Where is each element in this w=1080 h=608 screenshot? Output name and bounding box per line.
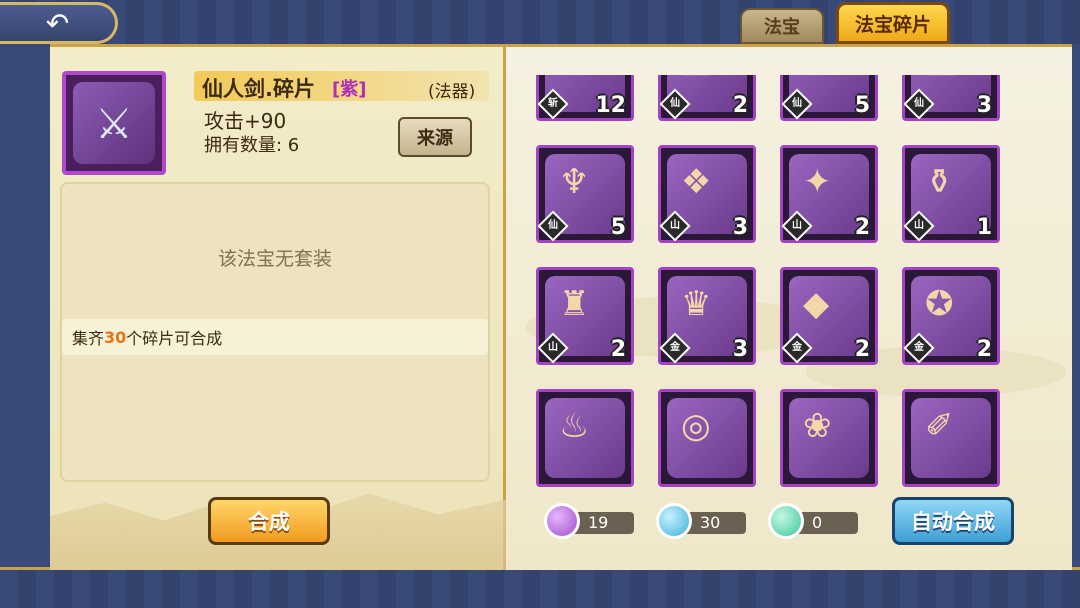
collect-suffix: 个碎片可合成: [126, 329, 223, 348]
green-essence-icon: [768, 503, 804, 539]
fragment-type-label: 金: [670, 342, 680, 353]
brush-icon: ✐: [925, 406, 954, 446]
fragment-slot[interactable]: ✎ 仙 5: [780, 75, 878, 121]
robe-icon: ♆: [559, 162, 590, 202]
owned-count: 拥有数量: 6: [204, 135, 300, 156]
source-button-label: 来源: [417, 128, 453, 149]
fragment-count: 3: [732, 337, 748, 362]
fragment-count: 2: [854, 215, 870, 240]
ribbon-icon: ❀: [803, 406, 832, 446]
fragment-slot[interactable]: ❖ 山 3: [658, 145, 756, 243]
collect-requirement: 集齐 30 个碎片可合成: [62, 319, 488, 355]
right-frame: [1072, 44, 1080, 570]
fragment-type-label: 山: [670, 220, 680, 231]
set-info-box: 该法宝无套装 集齐 30 个碎片可合成: [60, 182, 490, 482]
box-icon: ▤: [925, 75, 957, 80]
blue-essence-icon: [656, 503, 692, 539]
fragment-type-label: 仙: [670, 98, 680, 109]
fragment-detail-panel: ⚔ 仙人剑.碎片 [紫] (法器) 攻击+90 拥有数量: 6 来源 该法宝无套…: [50, 47, 506, 570]
left-frame: [0, 44, 50, 570]
fragment-slot[interactable]: ✦ 山 2: [780, 145, 878, 243]
fragment-slot[interactable]: ▣ 仙 2: [658, 75, 756, 121]
source-button[interactable]: 来源: [398, 117, 472, 157]
quality-tag: [紫]: [332, 79, 367, 100]
gourd-icon: ⚱: [925, 162, 954, 202]
fragment-type-label: 仙: [792, 98, 802, 109]
attack-stat: 攻击+90: [204, 109, 287, 133]
fragment-slot[interactable]: ✐: [902, 389, 1000, 487]
fragment-type-label: 山: [792, 220, 802, 231]
fragment-type-label: 斩: [548, 98, 558, 109]
fragment-count: 2: [854, 337, 870, 362]
lantern-icon: ♨: [559, 406, 590, 446]
sword-icon: ⚔: [73, 82, 155, 164]
fan-icon: ✦: [803, 162, 832, 202]
fragment-count: 2: [976, 337, 992, 362]
fragment-slot[interactable]: ⚱ 山 1: [902, 145, 1000, 243]
ring-icon: ◎: [681, 406, 711, 446]
fragment-slot[interactable]: ✪ 金 2: [902, 267, 1000, 365]
pendant-icon: ◆: [803, 284, 830, 324]
fragment-slot[interactable]: ♛ 金 3: [658, 267, 756, 365]
selected-fragment-icon: ⚔: [62, 71, 166, 175]
fragment-type-label: 山: [548, 342, 558, 353]
mirror-icon: ▣: [681, 75, 713, 80]
fragment-grid[interactable]: ☠ 斩 12 ▣ 仙 2 ✎ 仙 5 ▤ 仙 3 ♆ 仙 5 ❖ 山 3 ✦ 山 2 ⚱ 山 1 ♜ 山 2 ♛ 金 3 ◆ 金 2 ✪ 金 2 ♨ ◎ ❀…: [536, 75, 1006, 505]
back-arrow-icon: ↶: [45, 6, 70, 40]
fragment-count: 2: [732, 93, 748, 118]
fragment-count: 5: [854, 93, 870, 118]
fragment-count: 5: [610, 215, 626, 240]
fragment-slot[interactable]: ♆ 仙 5: [536, 145, 634, 243]
item-type: (法器): [428, 82, 476, 102]
fragment-type-label: 金: [914, 342, 924, 353]
fragment-type-label: 仙: [914, 98, 924, 109]
fragment-type-label: 仙: [548, 220, 558, 231]
fragment-slot[interactable]: ☠ 斩 12: [536, 75, 634, 121]
fragment-type-label: 山: [914, 220, 924, 231]
beads-icon: ❖: [681, 162, 712, 202]
skull-icon: ☠: [559, 75, 589, 80]
fragment-count: 2: [610, 337, 626, 362]
compose-button-label: 合成: [248, 510, 290, 534]
compose-button[interactable]: 合成: [208, 497, 330, 545]
fragment-slot[interactable]: ◆ 金 2: [780, 267, 878, 365]
fragment-slot[interactable]: ❀: [780, 389, 878, 487]
fragment-name: 仙人剑.碎片: [202, 77, 315, 101]
no-set-text: 该法宝无套装: [217, 248, 332, 270]
crown-icon: ♛: [681, 284, 712, 324]
auto-compose-button[interactable]: 自动合成: [892, 497, 1014, 545]
orb-wand-icon: ✪: [925, 284, 954, 324]
fragment-slot[interactable]: ♜ 山 2: [536, 267, 634, 365]
cloak-icon: ♜: [559, 284, 590, 324]
fragment-count: 12: [595, 93, 626, 118]
fragment-type-label: 金: [792, 342, 802, 353]
fragment-count: 1: [976, 215, 992, 240]
fragment-count: 3: [732, 215, 748, 240]
fragment-count: 3: [976, 93, 992, 118]
fragment-slot[interactable]: ◎: [658, 389, 756, 487]
auto-compose-label: 自动合成: [911, 510, 995, 534]
scroll-icon: ✎: [803, 75, 832, 80]
collect-prefix: 集齐: [72, 329, 105, 348]
fragment-grid-panel: ☠ 斩 12 ▣ 仙 2 ✎ 仙 5 ▤ 仙 3 ♆ 仙 5 ❖ 山 3 ✦ 山 2 ⚱ 山 1 ♜ 山 2 ♛ 金 3 ◆ 金 2 ✪ 金 2 ♨ ◎ ❀…: [506, 47, 1072, 570]
bottom-frame: [0, 567, 1080, 608]
fragment-slot[interactable]: ▤ 仙 3: [902, 75, 1000, 121]
fragment-slot[interactable]: ♨: [536, 389, 634, 487]
tab-treasure-fragments[interactable]: 法宝碎片: [836, 2, 950, 44]
purple-essence-icon: [544, 503, 580, 539]
collect-number: 30: [104, 327, 127, 347]
back-button[interactable]: ↶: [0, 2, 118, 44]
tab-treasure[interactable]: 法宝: [740, 8, 824, 44]
